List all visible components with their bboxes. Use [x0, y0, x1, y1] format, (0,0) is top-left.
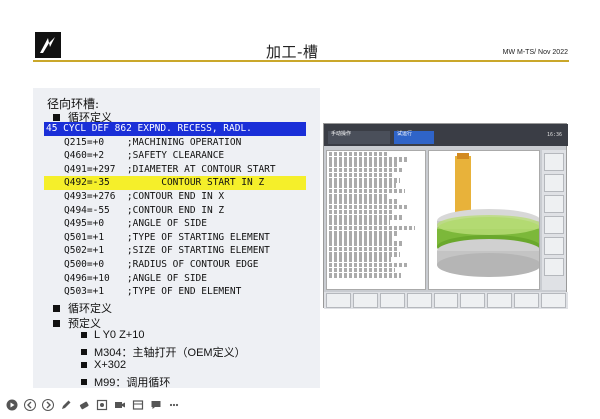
- code-line-header: 45 CYCL DEF 862 EXPND. RECESS, RADL.: [44, 122, 306, 136]
- company-logo: [35, 32, 61, 58]
- predef-item: M99：调用循环: [81, 374, 170, 390]
- chat-icon[interactable]: [150, 398, 162, 412]
- cnc-clock: 16:36: [546, 132, 562, 138]
- cnc-control-screenshot: 手动操作 试运行 16:36: [323, 123, 568, 309]
- predef-item: X+302: [81, 359, 126, 371]
- predef-item-text: M99：调用循环: [94, 377, 171, 389]
- layout-icon[interactable]: [132, 398, 144, 412]
- code-line: Q502=+1 ;SIZE OF STARTING ELEMENT: [64, 245, 270, 257]
- bullet-icon: [53, 319, 60, 327]
- predef-item-text: M304：主轴打开（OEM定义）: [94, 347, 246, 359]
- cnc-tab-test-run: 试运行: [394, 131, 434, 144]
- play-icon[interactable]: [6, 398, 18, 412]
- code-line: Q494=-55 ;CONTOUR END IN Z: [64, 204, 225, 216]
- code-line: Q495=+0 ;ANGLE OF SIDE: [64, 218, 207, 230]
- prev-icon[interactable]: [24, 398, 36, 412]
- predef-item-text: L Y0 Z+10: [94, 329, 145, 341]
- cnc-program-list: [326, 150, 426, 290]
- eraser-icon[interactable]: [78, 398, 90, 412]
- cnc-vertical-softkeys: [542, 150, 566, 290]
- bullet-icon: [53, 304, 60, 312]
- code-line: Q493=+276 ;CONTOUR END IN X: [64, 190, 225, 202]
- more-icon[interactable]: [168, 398, 180, 412]
- pen-icon[interactable]: [60, 398, 72, 412]
- code-line-highlighted: Q492=-35 CONTOUR START IN Z: [44, 176, 306, 190]
- code-line: Q500=+0 ;RADIUS OF CONTOUR EDGE: [64, 258, 259, 270]
- code-line: Q501=+1 ;TYPE OF STARTING ELEMENT: [64, 231, 270, 243]
- slide: 加工-槽 MW M-TS/ Nov 2022 径向环槽: 循环定义 45 CYC…: [0, 0, 600, 419]
- predef-item: L Y0 Z+10: [81, 329, 144, 341]
- code-line: Q491=+297 ;DIAMETER AT CONTOUR START: [64, 163, 276, 175]
- bullet-icon: [53, 113, 60, 121]
- cnc-3d-simulation: [428, 150, 540, 290]
- presentation-toolbar: [0, 395, 179, 415]
- code-line: Q496=+10 ;ANGLE OF SIDE: [64, 272, 207, 284]
- nc-program-listing: 45 CYCL DEF 862 EXPND. RECESS, RADL. Q21…: [44, 122, 306, 299]
- code-line: Q460=+2 ;SAFETY CLEARANCE: [64, 150, 225, 162]
- cnc-tab-manual: 手动操作: [328, 131, 390, 144]
- code-line: Q503=+1 ;TYPE OF END ELEMENT: [64, 286, 242, 298]
- slide-date: MW M-TS/ Nov 2022: [502, 49, 568, 56]
- code-line: Q215=+0 ;MACHINING OPERATION: [64, 136, 242, 148]
- bullet-icon: [81, 379, 87, 385]
- bullet-icon: [81, 362, 87, 368]
- next-icon[interactable]: [42, 398, 54, 412]
- bullet-icon: [81, 349, 87, 355]
- slide-title: 加工-槽: [266, 43, 319, 61]
- bullet-cycle-def-2: 循环定义: [53, 300, 112, 316]
- predef-item: M304：主轴打开（OEM定义）: [81, 344, 246, 360]
- title-divider: [33, 60, 569, 62]
- cnc-softkey-bar: [324, 292, 568, 309]
- cnc-header-bar: 手动操作 试运行 16:36: [324, 124, 568, 146]
- zoom-icon[interactable]: [96, 398, 108, 412]
- predef-item-text: X+302: [94, 359, 127, 371]
- bullet-icon: [81, 332, 87, 338]
- workpiece-3d-render: [429, 151, 539, 289]
- bullet-label: 循环定义: [68, 302, 112, 315]
- video-icon[interactable]: [114, 398, 126, 412]
